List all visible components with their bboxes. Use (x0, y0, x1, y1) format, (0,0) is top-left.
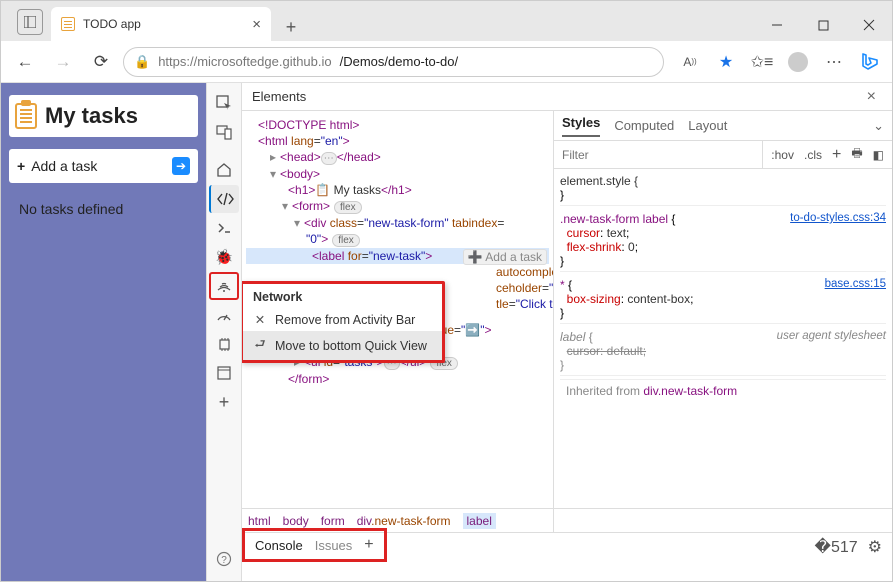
drawer-settings-icon[interactable]: ⚙ (868, 537, 882, 557)
new-tab-button[interactable]: + (277, 13, 305, 41)
application-tool-icon[interactable] (209, 359, 239, 387)
memory-tool-icon[interactable] (209, 330, 239, 358)
drawer-tab-issues[interactable]: Issues (315, 538, 353, 553)
tab-styles[interactable]: Styles (562, 115, 600, 137)
device-emulation-icon[interactable] (209, 118, 239, 146)
clipboard-icon (15, 103, 37, 129)
drawer-issues-icon[interactable]: �517 (815, 537, 858, 557)
url-host: https://microsoftedge.github.io (158, 54, 331, 69)
selected-node[interactable]: <label for="new-task">➕ Add a task (246, 248, 549, 264)
new-rule-button[interactable]: + (832, 146, 841, 164)
add-task-label: Add a task (31, 158, 97, 174)
ctx-remove-item[interactable]: ✕Remove from Activity Bar (243, 308, 442, 331)
webpage-pane: My tasks + Add a task ➔ No tasks defined (1, 83, 206, 581)
tab-close-icon[interactable]: × (252, 16, 261, 33)
quickview-drawer: Console Issues + �517 ⚙ (242, 532, 892, 581)
remove-icon: ✕ (253, 312, 267, 327)
devtools-header: Elements × (242, 83, 892, 111)
console-tool-icon[interactable] (209, 214, 239, 242)
context-menu-title: Network (243, 284, 442, 308)
inherited-label: Inherited from div.new-task-form (560, 379, 886, 402)
favorite-icon[interactable]: ★ (712, 48, 740, 76)
address-bar: ← → ⟳ 🔒 https://microsoftedge.github.io/… (1, 41, 892, 83)
favicon-icon (61, 17, 75, 31)
submit-arrow-icon[interactable]: ➔ (172, 157, 190, 175)
tab-title: TODO app (83, 17, 141, 31)
forward-button: → (47, 46, 79, 78)
window-titlebar: TODO app × + (1, 1, 892, 41)
more-tools-button[interactable]: + (209, 388, 239, 416)
empty-state-text: No tasks defined (19, 201, 188, 217)
browser-tab[interactable]: TODO app × (51, 7, 271, 41)
hov-toggle[interactable]: :hov (771, 148, 794, 162)
styles-tabs: Styles Computed Layout ⌄ (554, 111, 892, 141)
panel-title: Elements (252, 89, 306, 104)
devtools-panel: Elements × <!DOCTYPE html> <html lang="e… (242, 83, 892, 581)
bing-chat-icon[interactable] (856, 48, 884, 76)
window-minimize-button[interactable] (754, 9, 800, 41)
svg-text:?: ? (221, 555, 227, 566)
css-rules[interactable]: element.style {} to-do-styles.css:34 .ne… (554, 169, 892, 404)
profile-icon[interactable] (784, 48, 812, 76)
performance-tool-icon[interactable] (209, 301, 239, 329)
chevron-down-icon[interactable]: ⌄ (873, 118, 884, 134)
source-link[interactable]: base.css:15 (825, 278, 886, 290)
styles-filter-input[interactable] (554, 148, 762, 162)
drawer-tabs-highlight: Console Issues + (242, 528, 387, 562)
window-close-button[interactable] (846, 9, 892, 41)
refresh-button[interactable]: ⟳ (85, 46, 117, 78)
plus-icon: + (17, 158, 25, 174)
devtools-activity-bar: 🐞 + ? (206, 83, 242, 581)
page-heading: My tasks (9, 95, 198, 137)
move-down-icon: ⮐ (253, 335, 267, 356)
drawer-tab-console[interactable]: Console (255, 538, 303, 553)
add-task-input[interactable]: + Add a task ➔ (9, 149, 198, 183)
window-maximize-button[interactable] (800, 9, 846, 41)
cls-toggle[interactable]: .cls (804, 148, 822, 162)
favorites-bar-icon[interactable]: ✩≡ (748, 48, 776, 76)
tab-actions-icon[interactable] (17, 9, 43, 35)
drawer-more-button[interactable]: + (364, 536, 373, 554)
help-icon[interactable]: ? (209, 545, 239, 573)
context-menu: Network ✕Remove from Activity Bar ⮐Move … (242, 281, 445, 363)
tab-layout[interactable]: Layout (688, 118, 727, 133)
more-icon[interactable]: ⋯ (820, 48, 848, 76)
tab-computed[interactable]: Computed (614, 118, 674, 133)
read-aloud-icon[interactable]: A)) (676, 48, 704, 76)
devtools-close-button[interactable]: × (861, 88, 882, 106)
welcome-tool-icon[interactable] (209, 156, 239, 184)
inspect-tool-icon[interactable] (209, 89, 239, 117)
elements-tool-icon[interactable] (209, 185, 239, 213)
print-icon[interactable]: 🖶 (851, 144, 862, 165)
url-input[interactable]: 🔒 https://microsoftedge.github.io/Demos/… (123, 47, 664, 77)
computed-toggle-icon[interactable]: ◧ (873, 148, 884, 162)
sources-tool-icon[interactable]: 🐞 (209, 243, 239, 271)
back-button[interactable]: ← (9, 46, 41, 78)
network-tool-icon[interactable] (209, 272, 239, 300)
lock-icon: 🔒 (134, 54, 150, 70)
page-title: My tasks (45, 103, 138, 129)
url-path: /Demos/demo-to-do/ (340, 54, 459, 69)
ctx-move-item[interactable]: ⮐Move to bottom Quick View (243, 331, 442, 360)
source-link[interactable]: to-do-styles.css:34 (790, 212, 886, 224)
